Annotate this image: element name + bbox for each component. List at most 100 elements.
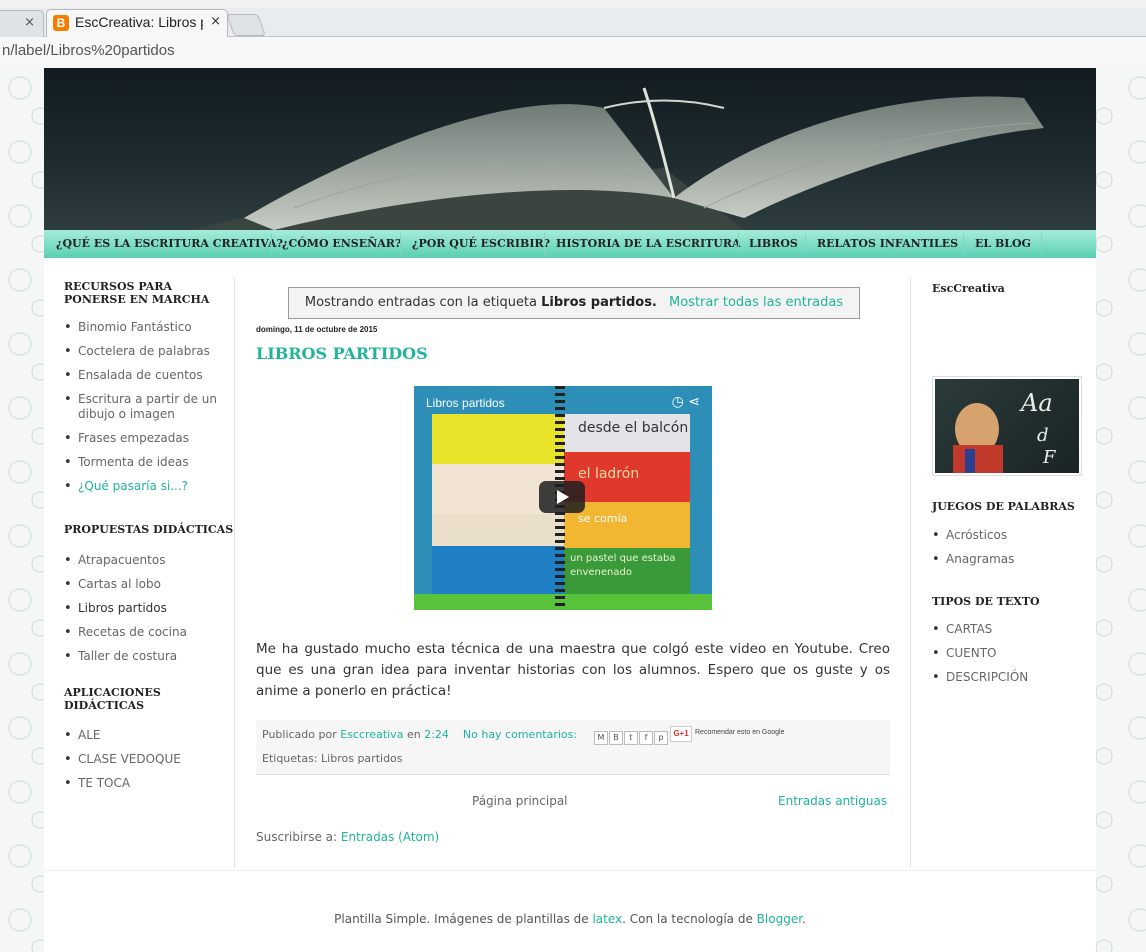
sidebar-title-aplicaciones: APLICACIONES DIDÁCTICAS (64, 686, 161, 712)
blogger-link[interactable]: Blogger (757, 912, 802, 926)
tab-strip: × B EscCreativa: Libros p × (0, 8, 1146, 37)
sidebar-item-ale[interactable]: ALE (62, 728, 222, 743)
blogthis-icon[interactable]: B (609, 730, 623, 745)
sidebar-item-binomio[interactable]: Binomio Fantástico (62, 320, 222, 335)
svg-text:Aa: Aa (1019, 389, 1053, 417)
svg-text:d: d (1037, 425, 1049, 446)
post-date: domingo, 11 de octubre de 2015 (256, 325, 378, 334)
sidebar-title-recursos: RECURSOS PARA PONERSE EN MARCHA (64, 280, 210, 306)
nav-item-por-que-escribir[interactable]: ¿POR QUÉ ESCRIBIR? (412, 230, 550, 258)
sidebar-item-tormenta[interactable]: Tormenta de ideas (62, 455, 222, 470)
content-area: RECURSOS PARA PONERSE EN MARCHA Binomio … (44, 258, 1096, 952)
facebook-icon[interactable]: f (639, 730, 653, 745)
footer-attribution: Plantilla Simple. Imágenes de plantillas… (44, 912, 1096, 926)
sidebar-item-taller[interactable]: Taller de costura (62, 649, 222, 664)
gplus-button[interactable]: G+1 (670, 726, 692, 742)
sidebar-item-cartas[interactable]: CARTAS (930, 622, 1080, 637)
home-page-link[interactable]: Página principal (472, 794, 568, 808)
sidebar-item-escritura-dibujo[interactable]: Escritura a partir de un dibujo o imagen (62, 392, 222, 422)
sidebar-item-frases[interactable]: Frases empezadas (62, 431, 222, 446)
older-posts-link[interactable]: Entradas antiguas (778, 794, 887, 808)
tab-title: EscCreativa: Libros p (75, 14, 203, 30)
nav-separator (400, 233, 401, 255)
video-player[interactable]: desde el balcón el ladrón se comía un pa… (414, 386, 712, 610)
strip-text: un pastel que estaba envenenado (570, 553, 676, 578)
nav-item-historia[interactable]: HISTORIA DE LA ESCRITURA (556, 230, 741, 258)
open-book-illustration (194, 87, 1044, 230)
sidebar-title-profile: EscCreativa (932, 282, 1005, 295)
labels-prefix: Etiquetas: (262, 752, 318, 765)
close-icon[interactable]: × (210, 14, 221, 29)
sidebar-item-coctelera[interactable]: Coctelera de palabras (62, 344, 222, 359)
strip-text: se comía (578, 512, 628, 525)
profile-image[interactable]: Aa d F (932, 376, 1082, 476)
video-strip-blue (432, 546, 572, 596)
en-label: en (406, 728, 421, 741)
header-image (44, 68, 1096, 230)
post-time-link[interactable]: 2:24 (424, 728, 449, 741)
nav-separator (805, 233, 806, 255)
nav-item-libros[interactable]: LIBROS (749, 230, 798, 258)
subscribe-atom-link[interactable]: Entradas (Atom) (341, 830, 439, 844)
latex-link[interactable]: latex (592, 912, 622, 926)
sidebar-item-clase-vedoque[interactable]: CLASE VEDOQUE (62, 752, 222, 767)
nav-separator (271, 233, 272, 255)
attribution-text: . Con la tecnología de (622, 912, 753, 926)
nav-separator (544, 233, 545, 255)
address-bar[interactable]: n/label/Libros%20partidos (0, 37, 1146, 68)
sidebar-item-recetas[interactable]: Recetas de cocina (62, 625, 222, 640)
status-prefix: Mostrando entradas con la etiqueta (304, 295, 537, 310)
sidebar-item-cuento[interactable]: CUENTO (930, 646, 1080, 661)
sidebar-item-ensalada[interactable]: Ensalada de cuentos (62, 368, 222, 383)
nav-item-como-ensenar[interactable]: ¿CÓMO ENSEÑAR? (282, 230, 401, 258)
pinterest-icon[interactable]: p (654, 730, 668, 745)
strip-text: el ladrón (578, 466, 640, 482)
play-icon[interactable] (539, 481, 585, 513)
sidebar-title-tipos: TIPOS DE TEXTO (932, 595, 1040, 608)
sidebar-item-atrapacuentos[interactable]: Atrapacuentos (62, 553, 222, 568)
sidebar-title-propuestas: PROPUESTAS DIDÁCTICAS (64, 523, 234, 536)
sidebar-item-cartas-lobo[interactable]: Cartas al lobo (62, 577, 222, 592)
comments-link[interactable]: No hay comentarios: (463, 728, 577, 741)
chalkboard-girl-image: Aa d F (935, 379, 1079, 473)
sidebar-item-te-toca[interactable]: TE TOCA (62, 776, 222, 791)
close-icon[interactable]: × (24, 15, 35, 30)
post-title[interactable]: LIBROS PARTIDOS (256, 344, 428, 363)
new-tab-button[interactable] (225, 14, 267, 36)
video-strip-yellow (432, 414, 572, 464)
video-title[interactable]: Libros partidos (426, 396, 505, 410)
subscribe-prefix: Suscribirse a: (256, 830, 338, 844)
blogger-icon: B (53, 15, 69, 31)
nav-item-el-blog[interactable]: EL BLOG (975, 230, 1031, 258)
svg-text:F: F (1042, 447, 1057, 468)
browser-chrome: × B EscCreativa: Libros p × n/label/Libr… (0, 0, 1146, 68)
nav-item-relatos-infantiles[interactable]: RELATOS INFANTILES (817, 230, 958, 258)
post-footer: Publicado por Esccreativa en 2:24 No hay… (256, 720, 890, 775)
twitter-icon[interactable]: t (624, 730, 638, 745)
show-all-posts-link[interactable]: Mostrar todas las entradas (669, 295, 843, 310)
tab-previous[interactable]: × (0, 10, 44, 37)
sidebar-list-tipos: CARTAS CUENTO DESCRIPCIÓN (930, 622, 1080, 694)
sidebar-item-descripcion[interactable]: DESCRIPCIÓN (930, 670, 1080, 685)
share-buttons: MBtfp (594, 727, 669, 746)
label-link[interactable]: Libros partidos (321, 752, 402, 765)
published-by-label: Publicado por (262, 728, 337, 741)
tab-active[interactable]: B EscCreativa: Libros p × (46, 9, 228, 37)
strip-text: desde el balcón (578, 420, 689, 436)
sidebar-item-anagramas[interactable]: Anagramas (930, 552, 1080, 567)
nav-separator (1041, 233, 1042, 255)
nav-separator (738, 233, 739, 255)
subscribe: Suscribirse a: Entradas (Atom) (256, 830, 439, 844)
email-icon[interactable]: M (594, 730, 608, 745)
watch-later-share-icons[interactable]: ◷ ⋖ (672, 394, 700, 410)
sidebar-item-libros-partidos[interactable]: Libros partidos (62, 601, 222, 616)
label-status-box: Mostrando entradas con la etiqueta Libro… (288, 287, 860, 319)
url-text[interactable]: n/label/Libros%20partidos (2, 42, 175, 59)
sidebar-item-acrosticos[interactable]: Acrósticos (930, 528, 1080, 543)
sidebar-item-que-pasaria[interactable]: ¿Qué pasaría si...? (62, 479, 222, 494)
column-divider (234, 278, 235, 868)
column-divider (910, 278, 911, 868)
sidebar-list-propuestas: Atrapacuentos Cartas al lobo Libros part… (62, 553, 222, 673)
nav-item-escritura-creativa[interactable]: ¿QUÉ ES LA ESCRITURA CREATIVA? (56, 230, 283, 258)
author-link[interactable]: Esccreativa (340, 728, 403, 741)
